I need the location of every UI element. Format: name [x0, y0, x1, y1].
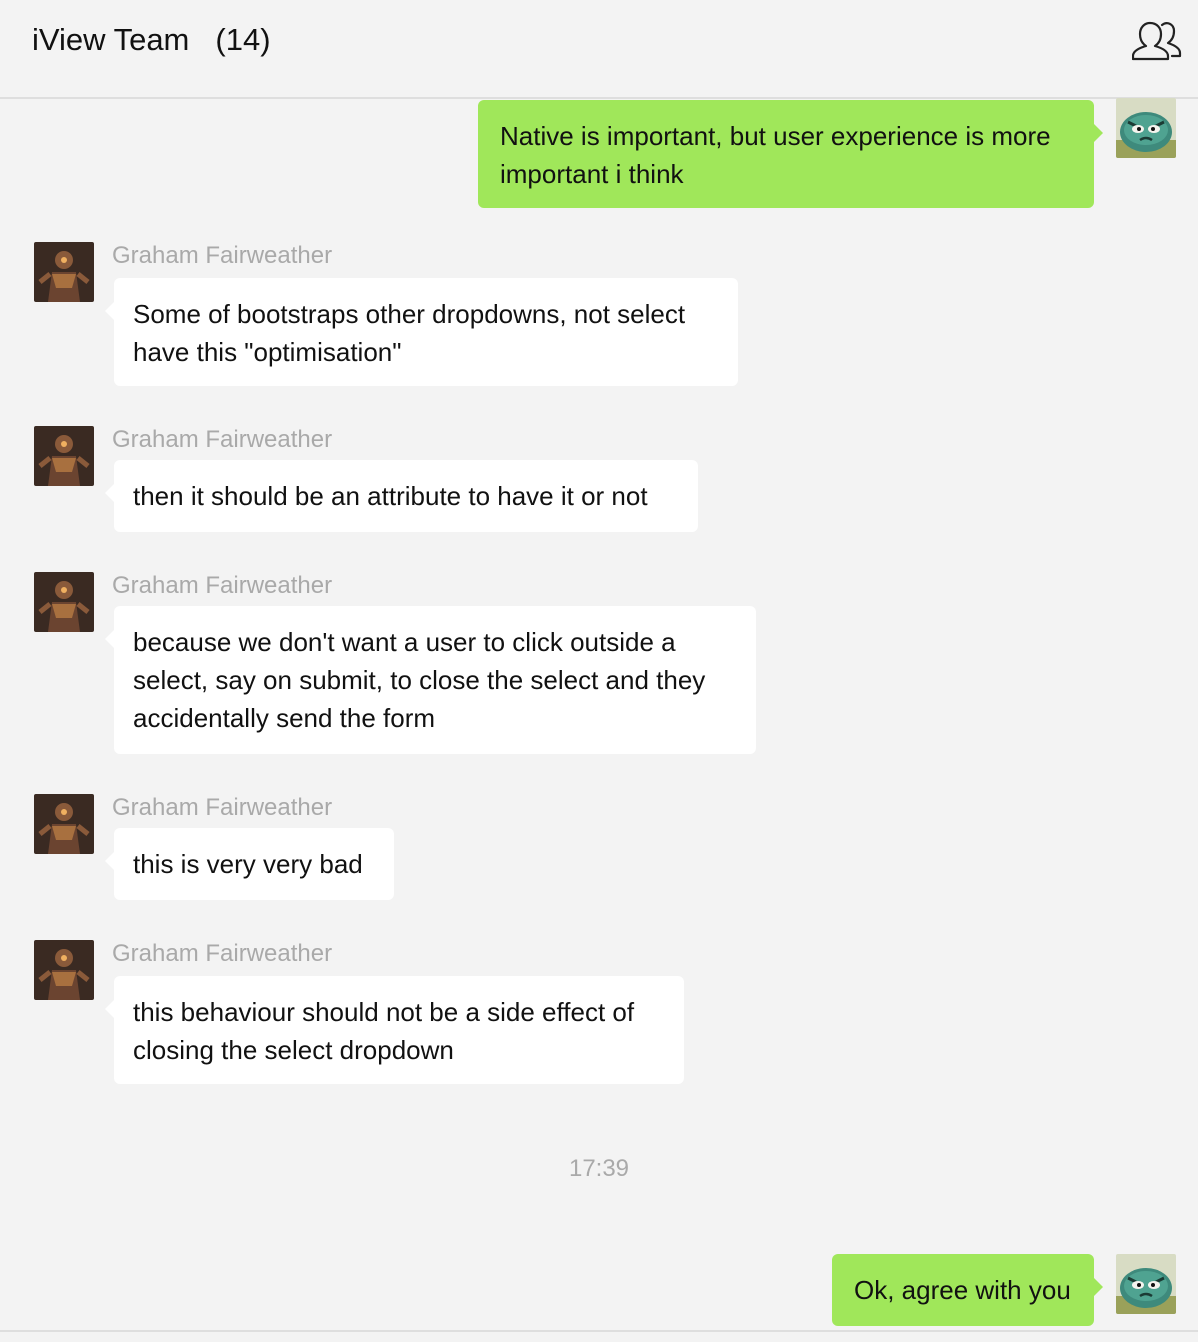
sender-avatar[interactable] — [34, 940, 94, 1000]
message-bubble[interactable]: because we don't want a user to click ou… — [105, 606, 756, 754]
sender-avatar[interactable] — [34, 572, 94, 632]
message-text: this is very very bad — [133, 849, 363, 879]
message-text: Native is important, but user experience… — [500, 121, 1051, 189]
group-members-icon[interactable] — [1131, 18, 1184, 62]
chat-name: iView Team — [32, 22, 190, 57]
member-count: (14) — [215, 22, 271, 57]
own-message-bubble[interactable]: Ok, agree with you — [832, 1254, 1103, 1326]
own-avatar[interactable] — [1116, 98, 1176, 158]
chat-title: iView Team (14) — [32, 22, 271, 58]
sender-name: Graham Fairweather — [112, 426, 333, 453]
message-bubble[interactable]: then it should be an attribute to have i… — [105, 460, 698, 532]
message-text: this behaviour should not be a side effe… — [133, 997, 635, 1065]
message-text: Ok, agree with you — [854, 1275, 1071, 1305]
sender-avatar[interactable] — [34, 794, 94, 854]
message-bubble[interactable]: this is very very bad — [105, 828, 394, 900]
input-divider — [0, 1330, 1198, 1332]
sender-name: Graham Fairweather — [112, 242, 333, 269]
message-bubble[interactable]: this behaviour should not be a side effe… — [105, 976, 684, 1084]
message-timestamp: 17:39 — [568, 1155, 630, 1182]
sender-name: Graham Fairweather — [112, 572, 333, 599]
message-text: Some of bootstraps other dropdowns, not … — [133, 299, 686, 367]
own-message-bubble[interactable]: Native is important, but user experience… — [478, 100, 1103, 208]
sender-name: Graham Fairweather — [112, 940, 333, 967]
message-bubble[interactable]: Some of bootstraps other dropdowns, not … — [105, 278, 738, 386]
sender-avatar[interactable] — [34, 242, 94, 302]
sender-avatar[interactable] — [34, 426, 94, 486]
sender-name: Graham Fairweather — [112, 794, 333, 821]
message-text: then it should be an attribute to have i… — [133, 481, 648, 511]
chat-header: iView Team (14) — [0, 0, 1198, 99]
own-avatar[interactable] — [1116, 1254, 1176, 1314]
message-text: because we don't want a user to click ou… — [133, 627, 706, 733]
